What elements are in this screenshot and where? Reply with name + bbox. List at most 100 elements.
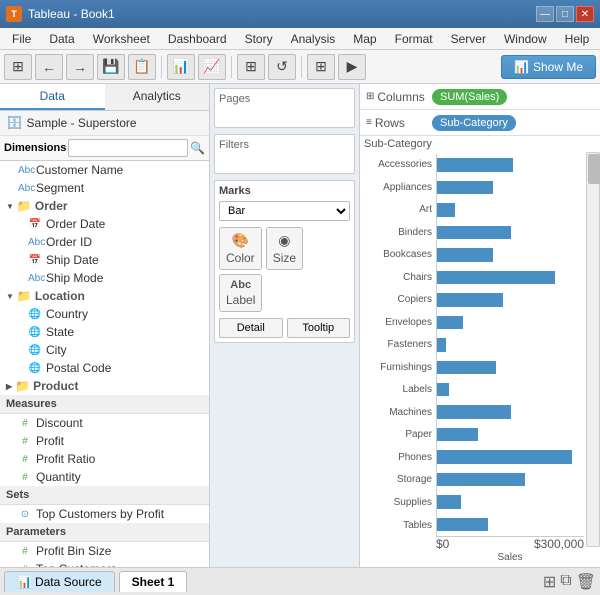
abc-icon: Abc <box>28 237 42 248</box>
color-button[interactable]: 🎨 Color <box>219 227 262 270</box>
toolbar-chart2[interactable]: 📈 <box>198 54 226 80</box>
menu-window[interactable]: Window <box>496 30 555 48</box>
field-postal-code[interactable]: 🌐 Postal Code <box>0 359 209 377</box>
menu-format[interactable]: Format <box>387 30 441 48</box>
menu-dashboard[interactable]: Dashboard <box>160 30 235 48</box>
group-order[interactable]: ▼ 📁 Order <box>0 197 209 215</box>
menu-worksheet[interactable]: Worksheet <box>85 30 158 48</box>
field-segment[interactable]: Abc Segment <box>0 179 209 197</box>
field-ship-date[interactable]: 📅 Ship Date <box>0 251 209 269</box>
close-button[interactable]: ✕ <box>576 6 594 22</box>
columns-text: Columns <box>377 90 424 104</box>
field-city[interactable]: 🌐 City <box>0 341 209 359</box>
y-label-furnishings: Furnishings <box>360 362 436 374</box>
datasource-tab-label: Data Source <box>35 575 102 589</box>
menu-analysis[interactable]: Analysis <box>283 30 344 48</box>
field-order-id[interactable]: Abc Order ID <box>0 233 209 251</box>
show-me-button[interactable]: 📊 Show Me <box>501 55 596 79</box>
search-input[interactable] <box>68 139 188 157</box>
field-ship-mode[interactable]: Abc Ship Mode <box>0 269 209 287</box>
group-product[interactable]: ▶ 📁 Product <box>0 377 209 395</box>
window-controls[interactable]: — □ ✕ <box>536 6 594 22</box>
toolbar-refresh[interactable]: ↺ <box>268 54 296 80</box>
field-state[interactable]: 🌐 State <box>0 323 209 341</box>
toolbar-home[interactable]: ⊞ <box>4 54 32 80</box>
columns-label: ⊞ Columns <box>366 90 426 104</box>
tooltip-button[interactable]: Tooltip <box>287 318 351 338</box>
menu-help[interactable]: Help <box>557 30 598 48</box>
chart-bars-area <box>436 154 584 537</box>
toolbar-chart[interactable]: 📊 <box>167 54 195 80</box>
field-customer-name[interactable]: Abc Customer Name <box>0 161 209 179</box>
bar-row-copiers <box>437 289 584 311</box>
field-country[interactable]: 🌐 Country <box>0 305 209 323</box>
minimize-button[interactable]: — <box>536 6 554 22</box>
bar-furnishings <box>437 361 496 374</box>
y-label-fasteners: Fasteners <box>360 339 436 351</box>
new-sheet-icon[interactable]: ⊞ <box>543 572 556 592</box>
bar-row-machines <box>437 401 584 423</box>
field-profit-bin[interactable]: # Profit Bin Size <box>0 542 209 560</box>
abc-icon: Abc <box>18 165 32 176</box>
rows-pill[interactable]: Sub-Category <box>432 115 516 131</box>
chart-scrollbar[interactable] <box>586 152 600 547</box>
duplicate-sheet-icon[interactable]: ⧉ <box>560 572 571 592</box>
field-label: Profit Ratio <box>36 452 95 466</box>
y-label-appliances: Appliances <box>360 182 436 194</box>
color-icon: 🎨 <box>232 232 249 249</box>
tab-data[interactable]: Data <box>0 84 105 110</box>
detail-button[interactable]: Detail <box>219 318 283 338</box>
pages-label: Pages <box>219 93 350 105</box>
group-location[interactable]: ▼ 📁 Location <box>0 287 209 305</box>
toolbar-back[interactable]: ← <box>35 54 63 80</box>
marks-type-select[interactable]: Bar <box>219 201 350 221</box>
num-icon: # <box>18 472 32 483</box>
search-icon[interactable]: 🔍 <box>190 141 205 155</box>
y-label-accessories: Accessories <box>360 159 436 171</box>
toolbar-forward[interactable]: → <box>66 54 94 80</box>
tab-analytics[interactable]: Analytics <box>105 84 210 110</box>
y-label-supplies: Supplies <box>360 497 436 509</box>
field-top-customers[interactable]: ⊙ Top Customers by Profit <box>0 505 209 523</box>
toolbar-save[interactable]: 💾 <box>97 54 125 80</box>
columns-pill[interactable]: SUM(Sales) <box>432 89 507 105</box>
size-icon: ◉ <box>278 232 290 249</box>
menu-map[interactable]: Map <box>345 30 384 48</box>
field-top-customers-param[interactable]: # Top Customers <box>0 560 209 567</box>
menu-server[interactable]: Server <box>443 30 494 48</box>
datasource-tab[interactable]: 📊 Data Source <box>4 571 115 592</box>
field-profit[interactable]: # Profit <box>0 432 209 450</box>
y-label-art: Art <box>360 204 436 216</box>
columns-row: ⊞ Columns SUM(Sales) <box>360 84 600 110</box>
field-profit-ratio[interactable]: # Profit Ratio <box>0 450 209 468</box>
search-bar: Dimensions 🔍 <box>0 136 209 161</box>
num-icon: # <box>18 546 32 557</box>
size-button[interactable]: ◉ Size <box>266 227 303 270</box>
num-icon: # <box>18 418 32 429</box>
delete-sheet-icon[interactable]: 🗑 <box>576 572 596 592</box>
field-order-date[interactable]: 📅 Order Date <box>0 215 209 233</box>
label-button[interactable]: Abc Label <box>219 274 262 312</box>
bar-envelopes <box>437 316 463 329</box>
geo-icon: 🌐 <box>28 363 42 374</box>
datasource-name[interactable]: Sample - Superstore <box>27 116 137 130</box>
field-discount[interactable]: # Discount <box>0 414 209 432</box>
scrollbar-thumb[interactable] <box>588 154 600 184</box>
sheet-tab[interactable]: Sheet 1 <box>119 571 188 592</box>
toolbar-present[interactable]: ▶ <box>338 54 366 80</box>
toolbar-copy[interactable]: 📋 <box>128 54 156 80</box>
toolbar-filter[interactable]: ⊞ <box>237 54 265 80</box>
toolbar-table[interactable]: ⊞ <box>307 54 335 80</box>
maximize-button[interactable]: □ <box>556 6 574 22</box>
bar-binders <box>437 226 511 239</box>
sep3 <box>301 56 302 78</box>
x-axis-title: Sales <box>436 552 584 563</box>
marks-section: Marks Bar 🎨 Color ◉ Size Abc Label <box>214 180 355 343</box>
datasource-badge: 🗄 Sample - Superstore <box>0 111 209 136</box>
num-icon: # <box>18 564 32 568</box>
menu-file[interactable]: File <box>4 30 39 48</box>
menu-story[interactable]: Story <box>237 30 281 48</box>
field-quantity[interactable]: # Quantity <box>0 468 209 486</box>
menu-data[interactable]: Data <box>41 30 82 48</box>
field-label: Order Date <box>46 217 105 231</box>
